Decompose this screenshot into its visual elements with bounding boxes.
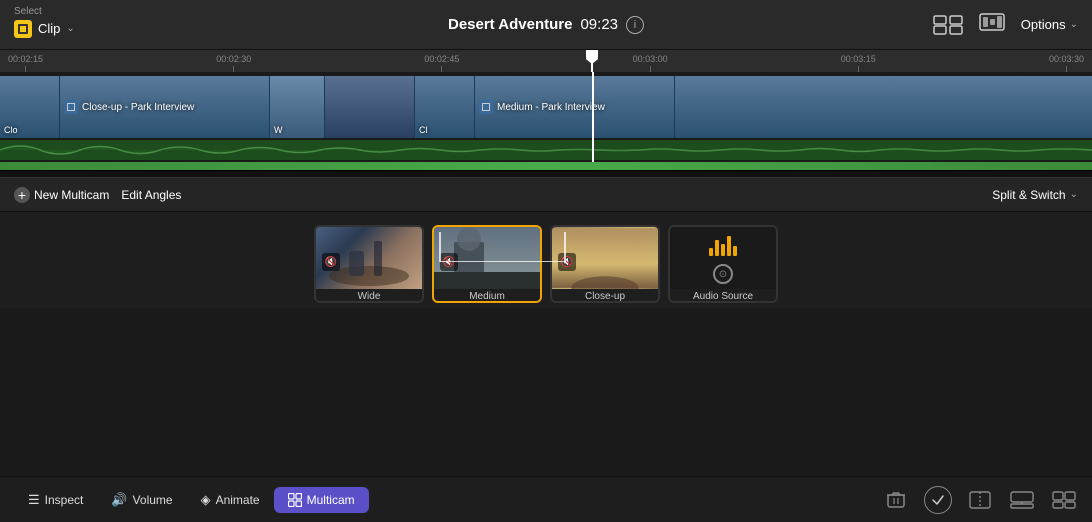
split-switch-button[interactable]: Split & Switch ⌄ — [992, 188, 1078, 202]
ruler-mark-2: 00:02:45 — [424, 54, 459, 72]
clip-icon-small — [64, 100, 78, 114]
audio-source-angle-label: Audio Source — [670, 289, 776, 303]
options-button[interactable]: Options ⌄ — [1021, 17, 1078, 32]
timeline-area[interactable]: Clo Close-up - Park Interview W Cl Mediu… — [0, 72, 1092, 162]
clip-icon — [14, 20, 32, 38]
clip-segment[interactable]: Clo — [0, 76, 60, 138]
multicam-toolbar: + New Multicam Edit Angles Split & Switc… — [0, 178, 1092, 212]
multicam-grid-icon — [933, 15, 963, 35]
ruler-mark-5: 00:03:30 — [1049, 54, 1084, 72]
clip-segment[interactable]: Close-up - Park Interview — [60, 76, 270, 138]
ruler-mark-0: 00:02:15 — [8, 54, 43, 72]
clip-selector[interactable]: Clip ⌄ — [14, 20, 75, 38]
audio-bars-icon — [709, 232, 737, 256]
clip-icon-inner — [18, 24, 28, 34]
top-bar: Select Clip ⌄ Desert Adventure 09:23 i — [0, 0, 1092, 50]
volume-button[interactable]: 🔊 Volume — [97, 486, 186, 514]
timeline-ruler[interactable]: 00:02:15 00:02:30 00:02:45 00:03:00 00:0… — [0, 50, 1092, 72]
clip-segment[interactable]: Medium - Park Interview — [475, 76, 675, 138]
clip-label: Clip — [38, 21, 60, 36]
clip-segment[interactable]: Cl — [415, 76, 475, 138]
right-tools — [882, 486, 1078, 514]
more-options-button[interactable] — [1050, 486, 1078, 514]
clip-chevron-icon: ⌄ — [66, 23, 74, 34]
title-area: Desert Adventure 09:23 i — [448, 16, 644, 34]
bottom-toolbar: ☰ Inspect 🔊 Volume ◈ Animate Multicam — [0, 476, 1092, 522]
volume-icon: 🔊 — [111, 492, 127, 508]
detach-audio-button[interactable] — [1008, 486, 1036, 514]
edit-angles-button[interactable]: Edit Angles — [121, 188, 181, 202]
mute-icon: 🔇 — [322, 253, 340, 271]
audio-waveform — [0, 140, 1092, 160]
animate-icon: ◈ — [201, 492, 211, 508]
info-icon[interactable]: i — [626, 16, 644, 34]
mute-icon: 🔇 — [440, 253, 458, 271]
multicam-view-icon[interactable] — [933, 15, 963, 35]
angle-clip-closeup[interactable]: 🔇 Close-up — [550, 225, 660, 303]
inspect-icon: ☰ — [28, 492, 40, 508]
medium-angle-label: Medium — [434, 289, 540, 303]
audio-track — [0, 140, 1092, 160]
ruler-mark-3: 00:03:00 — [633, 54, 668, 72]
medium-clip-bg: 🔇 — [434, 227, 540, 289]
divider-bar — [0, 170, 1092, 178]
ruler-marks: 00:02:15 00:02:30 00:02:45 00:03:00 00:0… — [0, 50, 1092, 72]
multicam-button-icon — [288, 493, 302, 507]
confirm-button[interactable] — [924, 486, 952, 514]
mute-icon: 🔇 — [558, 253, 576, 271]
angle-clip-wide[interactable]: 🔇 Wide — [314, 225, 424, 303]
options-chevron-icon: ⌄ — [1070, 19, 1078, 30]
new-multicam-button[interactable]: + New Multicam — [14, 187, 109, 203]
clip-segment[interactable] — [325, 76, 415, 138]
ruler-mark-4: 00:03:15 — [841, 54, 876, 72]
clip-icon-small — [479, 100, 493, 114]
clip-segment[interactable]: W — [270, 76, 325, 138]
clip-view-icon[interactable] — [979, 12, 1005, 37]
animate-button[interactable]: ◈ Animate — [187, 486, 274, 514]
multicam-button[interactable]: Multicam — [274, 487, 369, 513]
right-controls: Options ⌄ — [933, 12, 1078, 37]
audio-source-settings-icon: ⊙ — [713, 264, 733, 284]
color-grade-bar — [0, 162, 1092, 170]
angles-area: 🔇 Wide — [0, 212, 1092, 308]
plus-icon: + — [14, 187, 30, 203]
split-switch-chevron-icon: ⌄ — [1070, 189, 1078, 200]
wide-clip-bg: 🔇 — [316, 227, 422, 289]
ruler-playhead — [591, 50, 593, 72]
video-track[interactable]: Clo Close-up - Park Interview W Cl Mediu… — [0, 76, 1092, 138]
delete-button[interactable] — [882, 486, 910, 514]
project-duration: 09:23 — [580, 16, 618, 33]
ruler-mark-1: 00:02:30 — [216, 54, 251, 72]
audio-source-clip-bg: ⊙ — [670, 227, 776, 289]
split-clip-button[interactable] — [966, 486, 994, 514]
closeup-angle-label: Close-up — [552, 289, 658, 303]
clip-segment-rest[interactable] — [675, 76, 1092, 138]
project-title: Desert Adventure — [448, 16, 572, 33]
select-label: Select — [14, 6, 42, 17]
closeup-clip-bg: 🔇 — [552, 227, 658, 289]
multicam-panel: + New Multicam Edit Angles Split & Switc… — [0, 178, 1092, 308]
inspect-button[interactable]: ☰ Inspect — [14, 486, 97, 514]
angle-clip-medium[interactable]: 🔇 Medium — [432, 225, 542, 303]
wide-angle-label: Wide — [316, 289, 422, 303]
angle-clip-audio[interactable]: ⊙ Audio Source — [668, 225, 778, 303]
